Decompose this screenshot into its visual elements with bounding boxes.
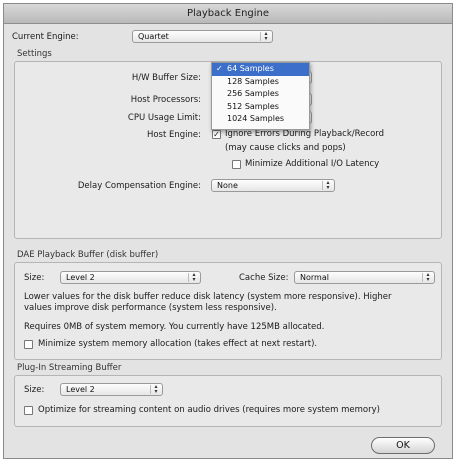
minimize-io-label: Minimize Additional I/O Latency [245, 159, 380, 169]
cache-size-value: Normal [300, 273, 329, 282]
dae-size-select[interactable]: Level 2 ▴ ▾ [60, 271, 201, 284]
window-title: Playback Engine [4, 4, 452, 24]
plugin-size-value: Level 2 [66, 385, 95, 394]
menu-item-64[interactable]: ✓ 64 Samples [212, 63, 309, 76]
ignore-errors-checkbox[interactable]: ✓ [212, 130, 221, 139]
menu-item-256[interactable]: 256 Samples [212, 88, 309, 101]
popup-arrows-icon: ▴▾ [422, 272, 433, 282]
ok-button[interactable]: OK [371, 437, 435, 454]
checkmark-icon: ✓ [216, 64, 223, 73]
dae-header: DAE Playback Buffer (disk buffer) [17, 250, 159, 260]
dae-size-value: Level 2 [66, 273, 95, 282]
current-engine-value: Quartet [138, 32, 169, 41]
delay-comp-label: Delay Compensation Engine: [77, 181, 201, 191]
cache-size-select[interactable]: Normal ▴ ▾ [294, 271, 435, 284]
hw-buffer-menu: ✓ 64 Samples 128 Samples 256 Samples 512… [211, 62, 310, 130]
dae-size-label: Size: [24, 273, 45, 283]
optimize-streaming-checkbox[interactable] [24, 406, 33, 415]
popup-arrows-icon: ▴▾ [150, 384, 161, 394]
settings-header: Settings [17, 49, 52, 59]
plugin-size-label: Size: [24, 385, 45, 395]
menu-item-1024[interactable]: 1024 Samples [212, 113, 309, 126]
ignore-errors-label: Ignore Errors During Playback/Record [225, 129, 385, 139]
plugin-header: Plug-In Streaming Buffer [17, 363, 122, 373]
hw-buffer-label: H/W Buffer Size: [131, 73, 201, 83]
delay-comp-select[interactable]: None ▴ ▾ [211, 179, 335, 192]
menu-item-128[interactable]: 128 Samples [212, 76, 309, 89]
popup-arrows-icon: ▴▾ [322, 180, 333, 190]
dae-description-line1: Lower values for the disk buffer reduce … [24, 292, 392, 302]
host-processors-label: Host Processors: [130, 95, 201, 105]
memory-info-text: Requires 0MB of system memory. You curre… [24, 322, 325, 332]
dae-description-line2: values improve disk performance (system … [24, 303, 277, 313]
plugin-size-select[interactable]: Level 2 ▴ ▾ [60, 383, 163, 396]
cache-size-label: Cache Size: [239, 273, 289, 283]
playback-engine-window: Playback Engine Current Engine: Quartet … [3, 3, 453, 459]
popup-arrows-icon: ▴▾ [260, 31, 271, 41]
minimize-alloc-label: Minimize system memory allocation (takes… [38, 339, 318, 349]
current-engine-select[interactable]: Quartet ▴ ▾ [132, 30, 273, 43]
host-engine-label: Host Engine: [146, 130, 201, 140]
menu-item-512[interactable]: 512 Samples [212, 101, 309, 114]
optimize-streaming-label: Optimize for streaming content on audio … [38, 405, 380, 415]
current-engine-label: Current Engine: [12, 32, 79, 42]
minimize-alloc-checkbox[interactable] [24, 340, 33, 349]
cpu-usage-label: CPU Usage Limit: [127, 113, 201, 123]
ignore-errors-note: (may cause clicks and pops) [225, 143, 346, 153]
popup-arrows-icon: ▴▾ [188, 272, 199, 282]
delay-comp-value: None [217, 181, 238, 190]
minimize-io-checkbox[interactable] [232, 160, 241, 169]
